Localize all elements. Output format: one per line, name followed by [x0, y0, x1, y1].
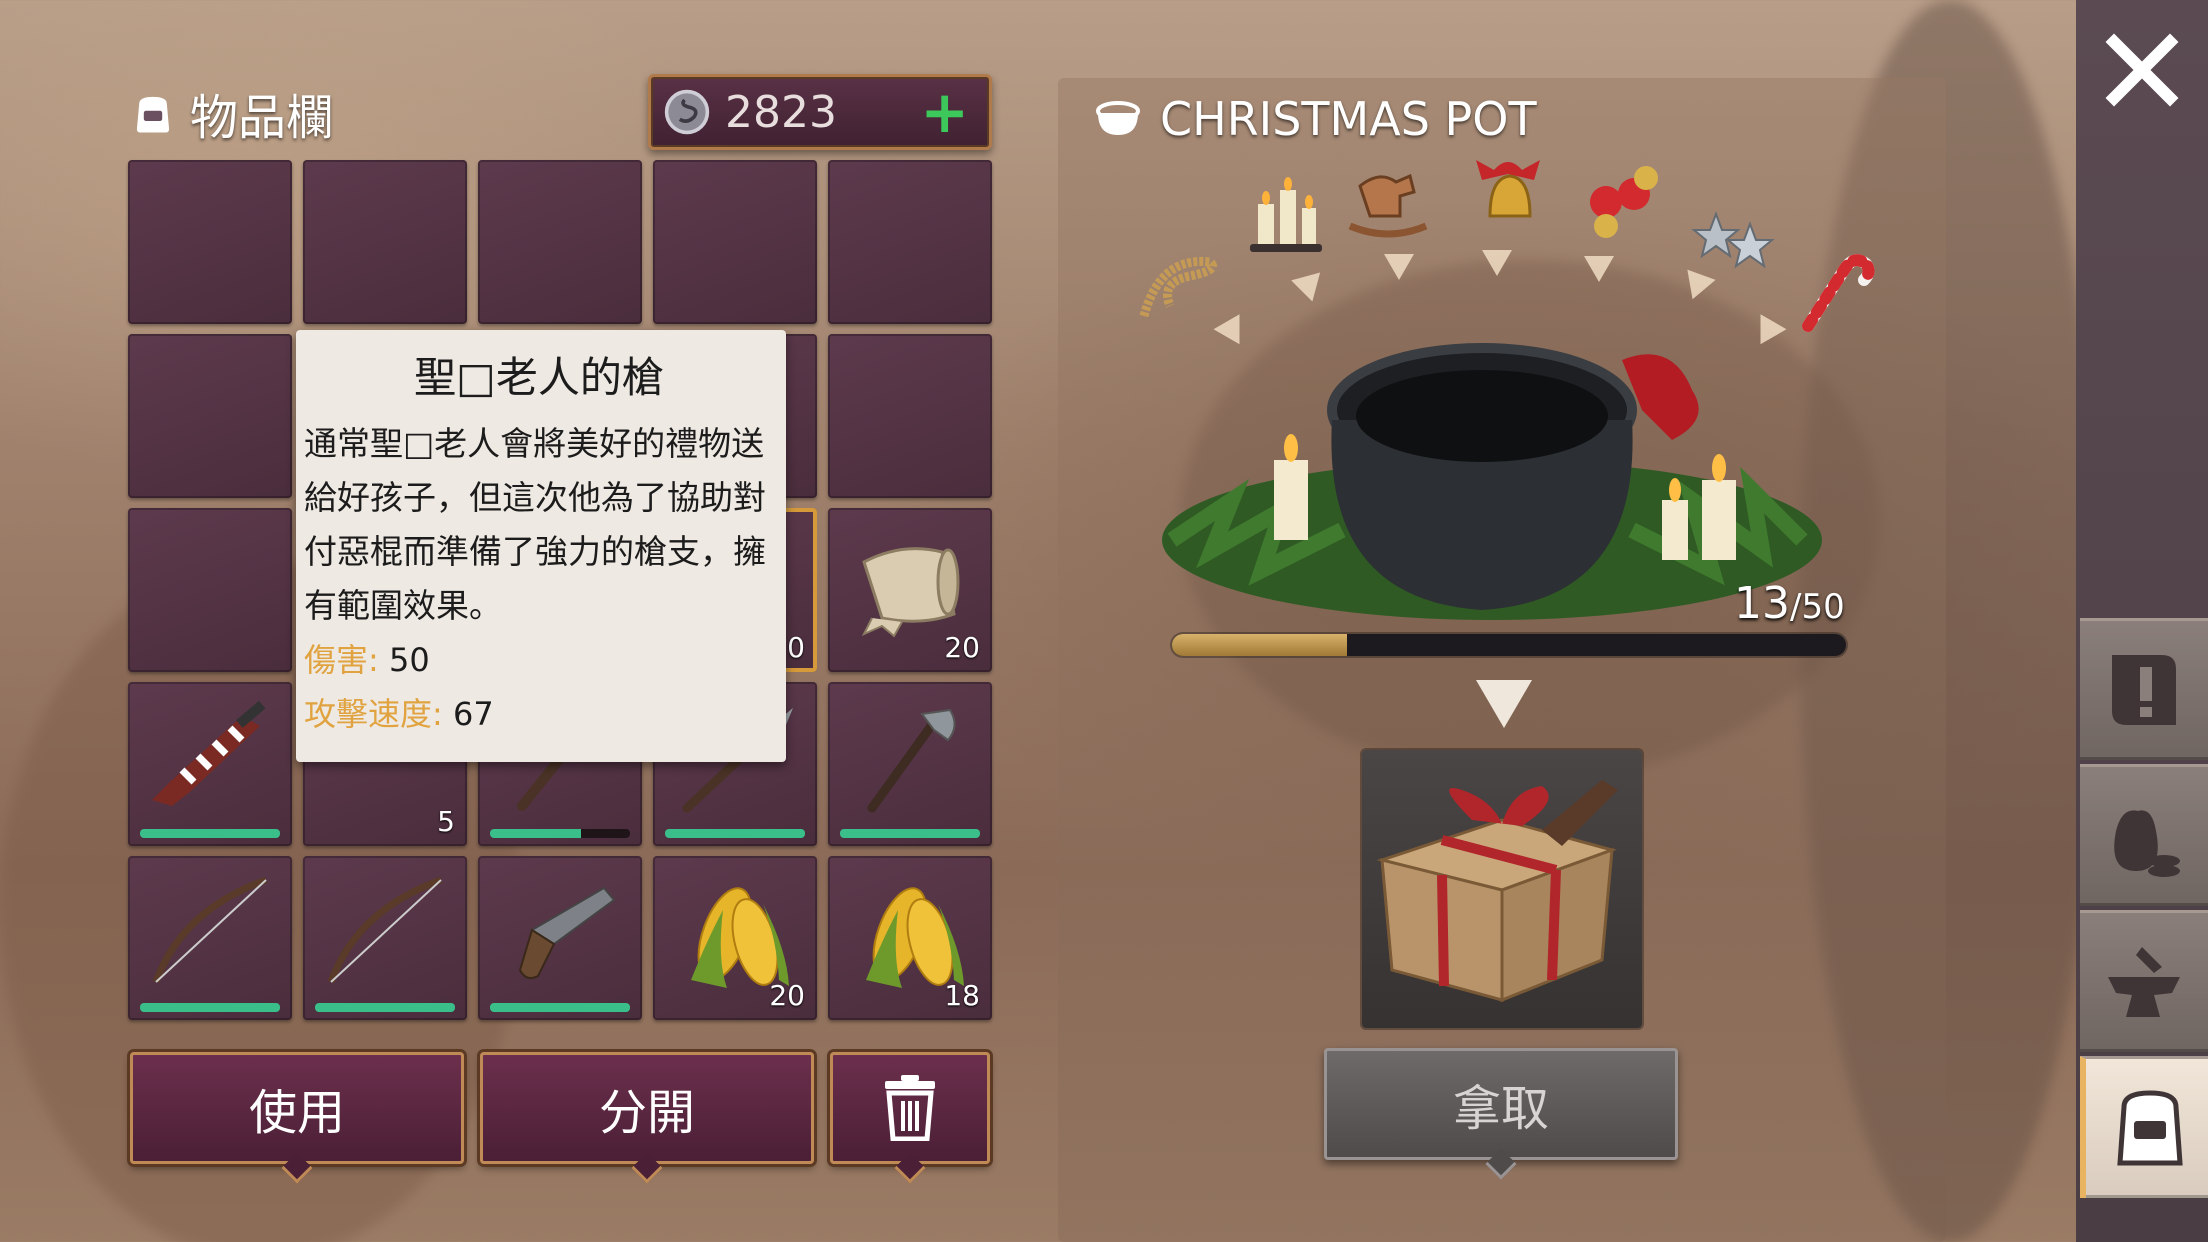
corn-icon: [866, 887, 964, 988]
coin-balance: 2823 +: [648, 74, 992, 150]
durability-bar: [140, 1003, 280, 1012]
rocking-horse-icon: [1348, 173, 1428, 238]
coin-amount: 2823: [725, 86, 837, 138]
add-coins-button[interactable]: +: [920, 83, 969, 141]
inventory-slot-pistol[interactable]: [478, 856, 642, 1020]
item-count: 5: [437, 805, 455, 838]
candles-icon: [1250, 177, 1322, 252]
inventory-slot[interactable]: [653, 160, 817, 324]
coin-icon: [664, 89, 710, 135]
item-count: 20: [769, 979, 805, 1012]
sidebar-tab-quest[interactable]: [2080, 618, 2208, 760]
split-button-label: 分開: [598, 1085, 695, 1141]
inventory-slot[interactable]: [128, 508, 292, 672]
christmas-pot-image: [1162, 343, 1822, 620]
inventory-slot-bow[interactable]: [303, 856, 467, 1020]
bow-icon: [152, 876, 268, 984]
cloth-icon: [861, 547, 960, 638]
inventory-slot-corn[interactable]: 20: [653, 856, 817, 1020]
durability-bar: [665, 829, 805, 838]
ingredient-arrow: [1482, 250, 1512, 276]
inventory-slot[interactable]: [828, 160, 992, 324]
inventory-slot[interactable]: [303, 160, 467, 324]
tooltip-attack-speed: 攻擊速度: 67: [304, 687, 774, 741]
inventory-slot-bow[interactable]: [128, 856, 292, 1020]
inventory-slot[interactable]: [128, 160, 292, 324]
santa-gun-icon: [152, 700, 266, 806]
durability-bar: [840, 829, 980, 838]
sidebar-tab-inventory[interactable]: [2080, 1056, 2208, 1198]
pot-progress-fill: [1172, 634, 1348, 656]
durability-bar: [490, 1003, 630, 1012]
backpack-icon: [136, 96, 170, 133]
take-button-label: 拿取: [1452, 1081, 1549, 1137]
use-button-label: 使用: [248, 1085, 345, 1141]
sidebar-tab-craft[interactable]: [2080, 910, 2208, 1052]
damage-label: 傷害:: [304, 641, 379, 679]
inventory-slot-corn[interactable]: 18: [828, 856, 992, 1020]
sidebar-tab-trade[interactable]: [2080, 764, 2208, 906]
inventory-title: 物品欄: [190, 90, 335, 146]
corn-icon: [691, 887, 789, 988]
christmas-pot-title: CHRISTMAS POT: [1160, 92, 1537, 146]
axe-icon: [867, 708, 956, 813]
inventory-slot-axe[interactable]: [828, 682, 992, 846]
inventory-slot[interactable]: [478, 160, 642, 324]
attack-speed-label: 攻擊速度:: [304, 695, 443, 733]
cooking-pot-icon: [1096, 101, 1140, 135]
item-count: 0: [787, 631, 805, 664]
use-button[interactable]: 使用: [130, 1052, 464, 1184]
attack-speed-value: 67: [452, 695, 494, 733]
inventory-header: 物品欄: [130, 78, 334, 148]
craft-anvil-icon: [2108, 947, 2180, 1017]
ingredient-arrow: [1384, 254, 1414, 280]
gift-box-icon: [1376, 780, 1618, 1003]
ingredient-arrow: [1584, 256, 1614, 282]
item-count: 18: [944, 979, 980, 1012]
inventory-slot[interactable]: [128, 334, 292, 498]
take-button[interactable]: 拿取: [1324, 1048, 1678, 1180]
ornaments-icon: [1590, 166, 1658, 238]
tooltip-description: 通常聖□老人會將美好的禮物送給好孩子，但這次他為了協助對付惡棍而準備了強力的槍支…: [304, 424, 766, 625]
christmas-pot-header: CHRISTMAS POT: [1094, 92, 1537, 146]
trash-icon: [885, 1075, 935, 1141]
reward-arrow: [1476, 680, 1532, 728]
inventory-slot[interactable]: [828, 334, 992, 498]
durability-bar: [490, 829, 630, 838]
item-count: 20: [944, 631, 980, 664]
progress-total: /50: [1790, 587, 1845, 627]
tooltip-title: 聖□老人的槍: [414, 353, 664, 402]
trash-button[interactable]: [830, 1052, 990, 1184]
backpack-icon: [2117, 1090, 2183, 1166]
pot-progress-text: 13/50: [1734, 578, 1845, 629]
trade-icon: [2114, 810, 2180, 877]
tooltip-damage: 傷害: 50: [304, 633, 774, 687]
inventory-slot-cloth[interactable]: 20: [828, 508, 992, 672]
pot-progress-bar: [1172, 634, 1846, 656]
quest-icon: [2112, 655, 2176, 725]
close-icon[interactable]: [2100, 28, 2184, 112]
bow-icon: [327, 876, 443, 984]
reward-slot[interactable]: [1362, 750, 1642, 1028]
durability-bar: [140, 829, 280, 838]
item-tooltip: 聖□老人的槍 通常聖□老人會將美好的禮物送給好孩子，但這次他為了協助對付惡棍而準…: [296, 330, 786, 762]
inventory-slot-santa-gun[interactable]: [128, 682, 292, 846]
progress-current: 13: [1734, 578, 1790, 629]
durability-bar: [315, 1003, 455, 1012]
bell-icon: [1476, 160, 1540, 218]
split-button[interactable]: 分開: [480, 1052, 814, 1184]
damage-value: 50: [388, 641, 430, 679]
pistol-icon: [518, 886, 616, 979]
